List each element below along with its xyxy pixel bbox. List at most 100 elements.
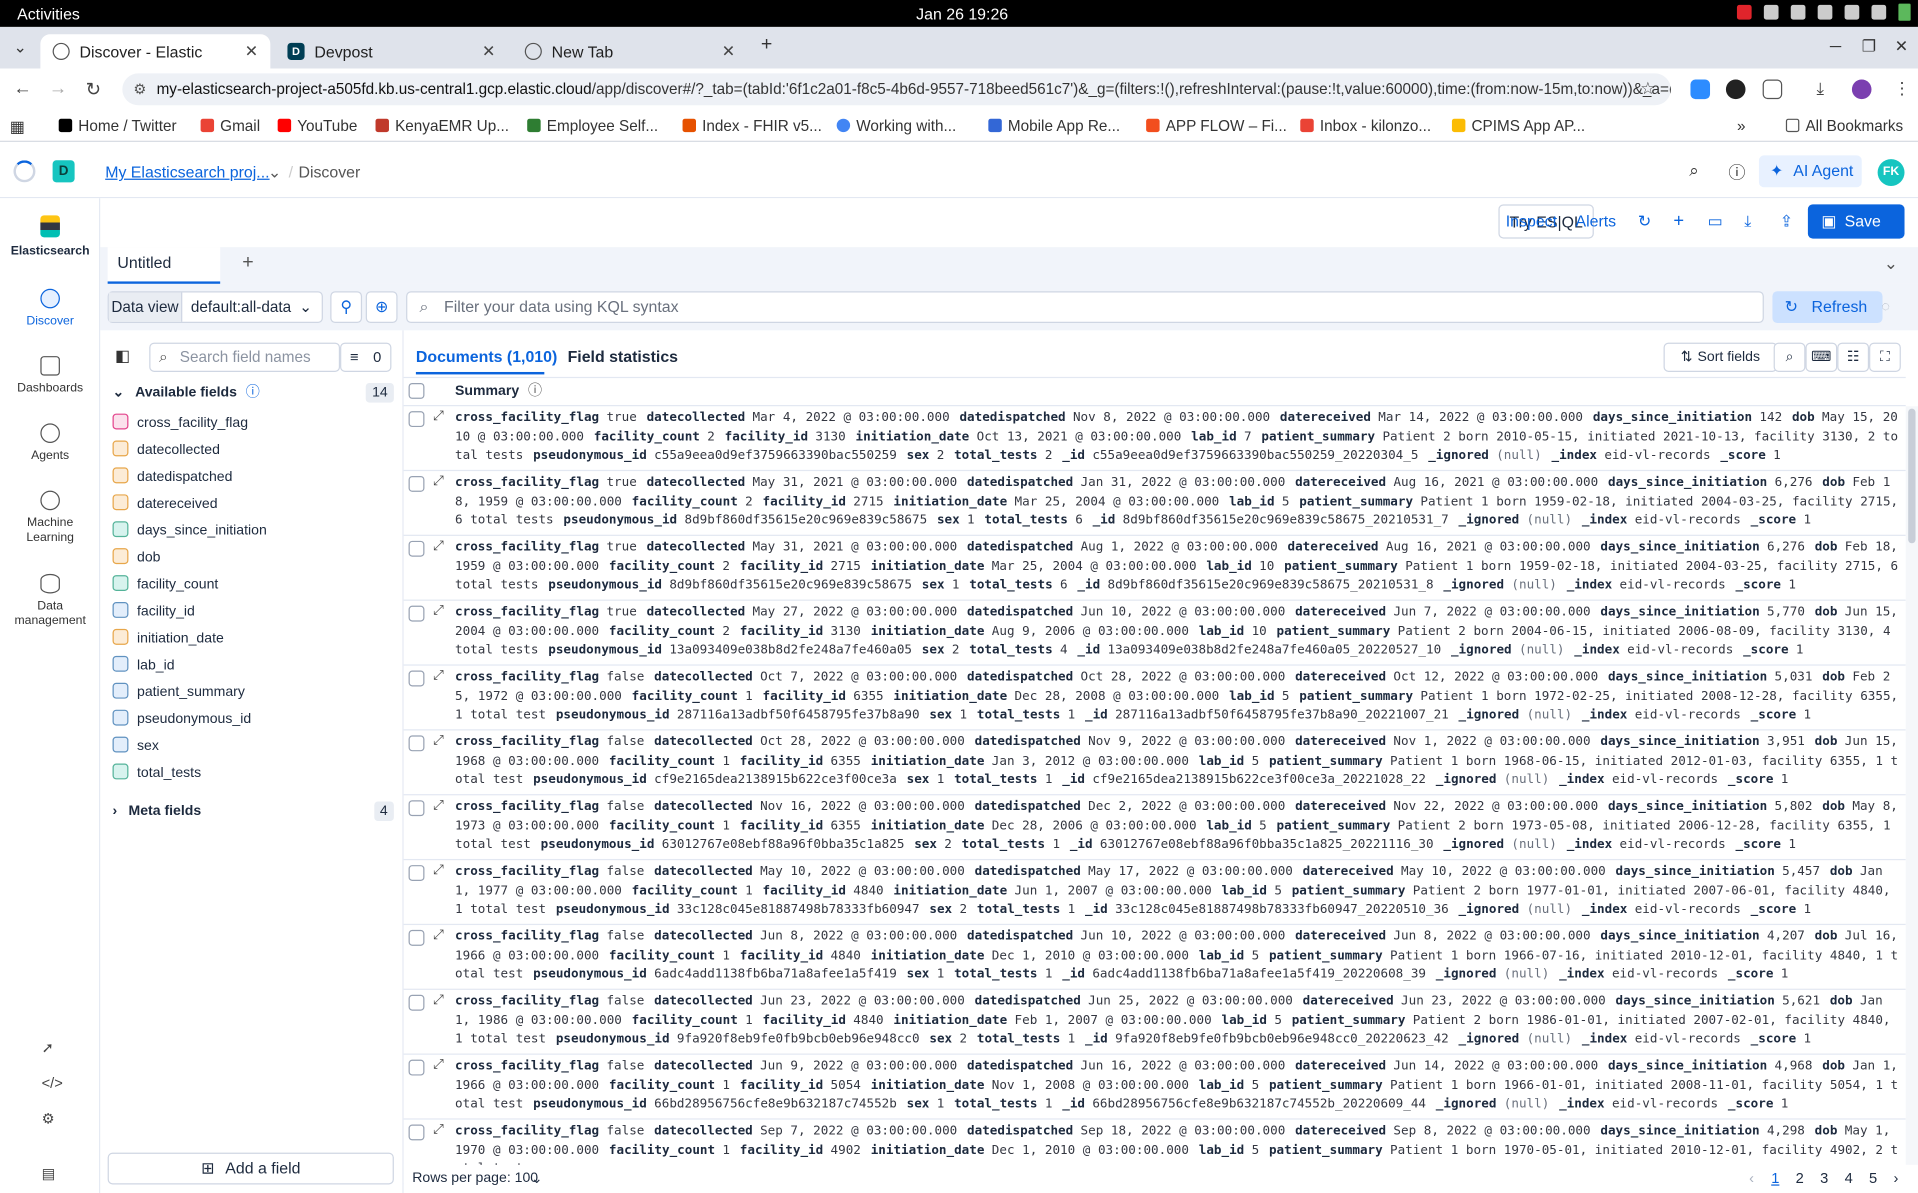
bookmark-fhir[interactable]: Index - FHIR v5... xyxy=(682,117,822,135)
row-checkbox[interactable] xyxy=(408,540,425,557)
url-field[interactable]: ⚙ my-elasticsearch-project-a505fd.kb.us-… xyxy=(122,73,1671,106)
row-checkbox[interactable] xyxy=(408,605,425,622)
refresh-button[interactable]: ↻ Refresh xyxy=(1772,291,1883,324)
bookmark-inbox[interactable]: Inbox - kilonzo... xyxy=(1300,117,1431,135)
apps-grid-icon[interactable]: ▦ xyxy=(10,117,25,137)
row-checkbox[interactable] xyxy=(408,929,425,946)
bookmark-working-with[interactable]: Working with... xyxy=(836,117,956,135)
field-item[interactable]: total_tests xyxy=(112,761,201,785)
filter-icon[interactable]: ⚲ xyxy=(330,291,363,324)
extension-icon[interactable] xyxy=(1725,79,1746,100)
cancel-refresh-icon[interactable]: ◌ xyxy=(1881,297,1890,314)
summary-column-header[interactable]: Summary xyxy=(455,384,519,399)
bookmark-mobile-app[interactable]: Mobile App Re... xyxy=(988,117,1120,135)
row-checkbox[interactable] xyxy=(408,994,425,1011)
add-filter-icon[interactable]: ⊕ xyxy=(365,291,398,324)
background-search-icon[interactable]: ↻ xyxy=(1638,204,1651,238)
nav-agents[interactable]: Agents xyxy=(0,423,100,463)
tab-field-statistics[interactable]: Field statistics xyxy=(568,348,678,366)
field-item[interactable]: datecollected xyxy=(112,438,220,462)
expand-row-icon[interactable]: ⤢ xyxy=(433,733,444,749)
tab-search-icon[interactable]: ⌄ xyxy=(13,38,26,58)
maximize-icon[interactable]: ❐ xyxy=(1862,37,1876,57)
field-item[interactable]: datereceived xyxy=(112,492,218,516)
inspect-button[interactable]: Inspect xyxy=(1506,204,1557,238)
sort-fields-button[interactable]: ⇅ Sort fields xyxy=(1663,342,1778,372)
back-icon[interactable]: ← xyxy=(13,78,31,99)
nav-machine-learning[interactable]: Machine Learning xyxy=(0,490,100,546)
tab-documents[interactable]: Documents (1,010) xyxy=(416,348,557,366)
browser-tab-devpost[interactable]: D Devpost ✕ xyxy=(275,34,507,68)
save-button[interactable]: ▣ Save xyxy=(1807,204,1905,239)
field-item[interactable]: facility_id xyxy=(112,600,195,624)
keyboard-icon[interactable]: ⌨ xyxy=(1805,342,1838,372)
nav-discover[interactable]: Discover xyxy=(0,288,100,329)
next-page-icon[interactable]: › xyxy=(1894,1170,1899,1187)
bookmark-youtube[interactable]: YouTube xyxy=(277,117,357,135)
open-icon[interactable]: ▭ xyxy=(1708,204,1723,238)
table-row[interactable]: ⤢ cross_facility_flag false datecollected Ju… xyxy=(403,925,1906,990)
field-item[interactable]: pseudonymous_id xyxy=(112,707,251,731)
system-tray[interactable] xyxy=(1736,3,1911,21)
wifi-icon[interactable] xyxy=(1790,4,1806,20)
close-tab-icon[interactable]: ✕ xyxy=(722,42,735,62)
page-4[interactable]: 4 xyxy=(1845,1170,1853,1187)
nav-dashboards[interactable]: Dashboards xyxy=(0,356,100,396)
kql-search-input[interactable]: ⌕ Filter your data using KQL syntax xyxy=(406,291,1764,324)
browser-tab-discover[interactable]: Discover - Elastic ✕ xyxy=(40,34,271,69)
field-search-input[interactable]: ⌕ Search field names xyxy=(149,342,341,372)
field-item[interactable]: dob xyxy=(112,546,160,570)
page-3[interactable]: 3 xyxy=(1820,1170,1828,1187)
bookmark-twitter[interactable]: Home / Twitter xyxy=(58,117,177,135)
expand-row-icon[interactable]: ⤢ xyxy=(433,474,444,490)
scroll-thumb[interactable] xyxy=(1908,408,1916,544)
chevron-down-icon[interactable]: ⌄ xyxy=(268,163,281,183)
field-type-filter[interactable]: ≡ 0 xyxy=(340,342,392,372)
expand-row-icon[interactable]: ⤢ xyxy=(433,538,444,554)
forward-icon[interactable]: → xyxy=(49,78,67,99)
row-checkbox[interactable] xyxy=(408,865,425,881)
row-checkbox[interactable] xyxy=(408,800,425,817)
field-item[interactable]: datedispatched xyxy=(112,465,232,489)
search-icon[interactable]: ⌕ xyxy=(1773,342,1806,372)
table-row[interactable]: ⤢ cross_facility_flag true datecollected Mar… xyxy=(403,406,1906,472)
row-checkbox[interactable] xyxy=(408,670,425,687)
add-field-button[interactable]: ⊞ Add a field xyxy=(107,1152,394,1185)
microphone-icon[interactable] xyxy=(1844,4,1860,20)
field-item[interactable]: facility_count xyxy=(112,573,218,597)
row-checkbox[interactable] xyxy=(408,1124,425,1141)
field-item[interactable]: lab_id xyxy=(112,653,175,677)
rocket-icon[interactable]: ➚ xyxy=(42,1039,54,1056)
elasticsearch-logo[interactable]: Elasticsearch xyxy=(0,215,100,259)
reload-icon[interactable]: ↻ xyxy=(86,78,101,101)
expand-row-icon[interactable]: ⤢ xyxy=(433,409,444,425)
close-window-icon[interactable]: ✕ xyxy=(1895,37,1908,57)
share-icon[interactable]: ⇪ xyxy=(1780,204,1793,238)
close-tab-icon[interactable]: ✕ xyxy=(482,42,495,62)
more-bookmarks-icon[interactable]: » xyxy=(1737,117,1746,134)
row-checkbox[interactable] xyxy=(408,475,425,492)
code-icon[interactable]: </> xyxy=(42,1074,63,1091)
download-icon[interactable]: ⤓ xyxy=(1816,78,1824,99)
table-row[interactable]: ⤢ cross_facility_flag false datecollected Oc… xyxy=(403,730,1906,796)
tab-untitled[interactable]: Untitled xyxy=(107,247,221,284)
settings-gear-icon[interactable]: ⚙ xyxy=(42,1110,55,1127)
app-indicator-icon[interactable] xyxy=(1763,4,1779,20)
field-item[interactable]: initiation_date xyxy=(112,626,224,650)
bookmark-employee-self[interactable]: Employee Self... xyxy=(527,117,658,135)
row-checkbox[interactable] xyxy=(408,1059,425,1076)
expand-row-icon[interactable]: ⤢ xyxy=(433,798,444,814)
collapse-sidebar-icon[interactable]: ◧ xyxy=(115,346,130,366)
table-row[interactable]: ⤢ cross_facility_flag false datecollected No… xyxy=(403,795,1906,861)
nav-data-management[interactable]: Data management xyxy=(0,573,100,629)
fullscreen-icon[interactable]: ⛶ xyxy=(1869,342,1901,372)
extensions-puzzle-icon[interactable] xyxy=(1762,79,1783,100)
data-view-picker[interactable]: Data view default:all-data ⌄ xyxy=(107,291,323,324)
power-icon[interactable] xyxy=(1871,4,1887,20)
field-item[interactable]: days_since_initiation xyxy=(112,519,267,543)
new-tab-button[interactable]: + xyxy=(761,34,772,56)
table-row[interactable]: ⤢ cross_facility_flag false datecollected Oc… xyxy=(403,666,1906,731)
expand-row-icon[interactable]: ⤢ xyxy=(433,1122,444,1138)
expand-row-icon[interactable]: ⤢ xyxy=(433,668,444,684)
expand-row-icon[interactable]: ⤢ xyxy=(433,603,444,619)
